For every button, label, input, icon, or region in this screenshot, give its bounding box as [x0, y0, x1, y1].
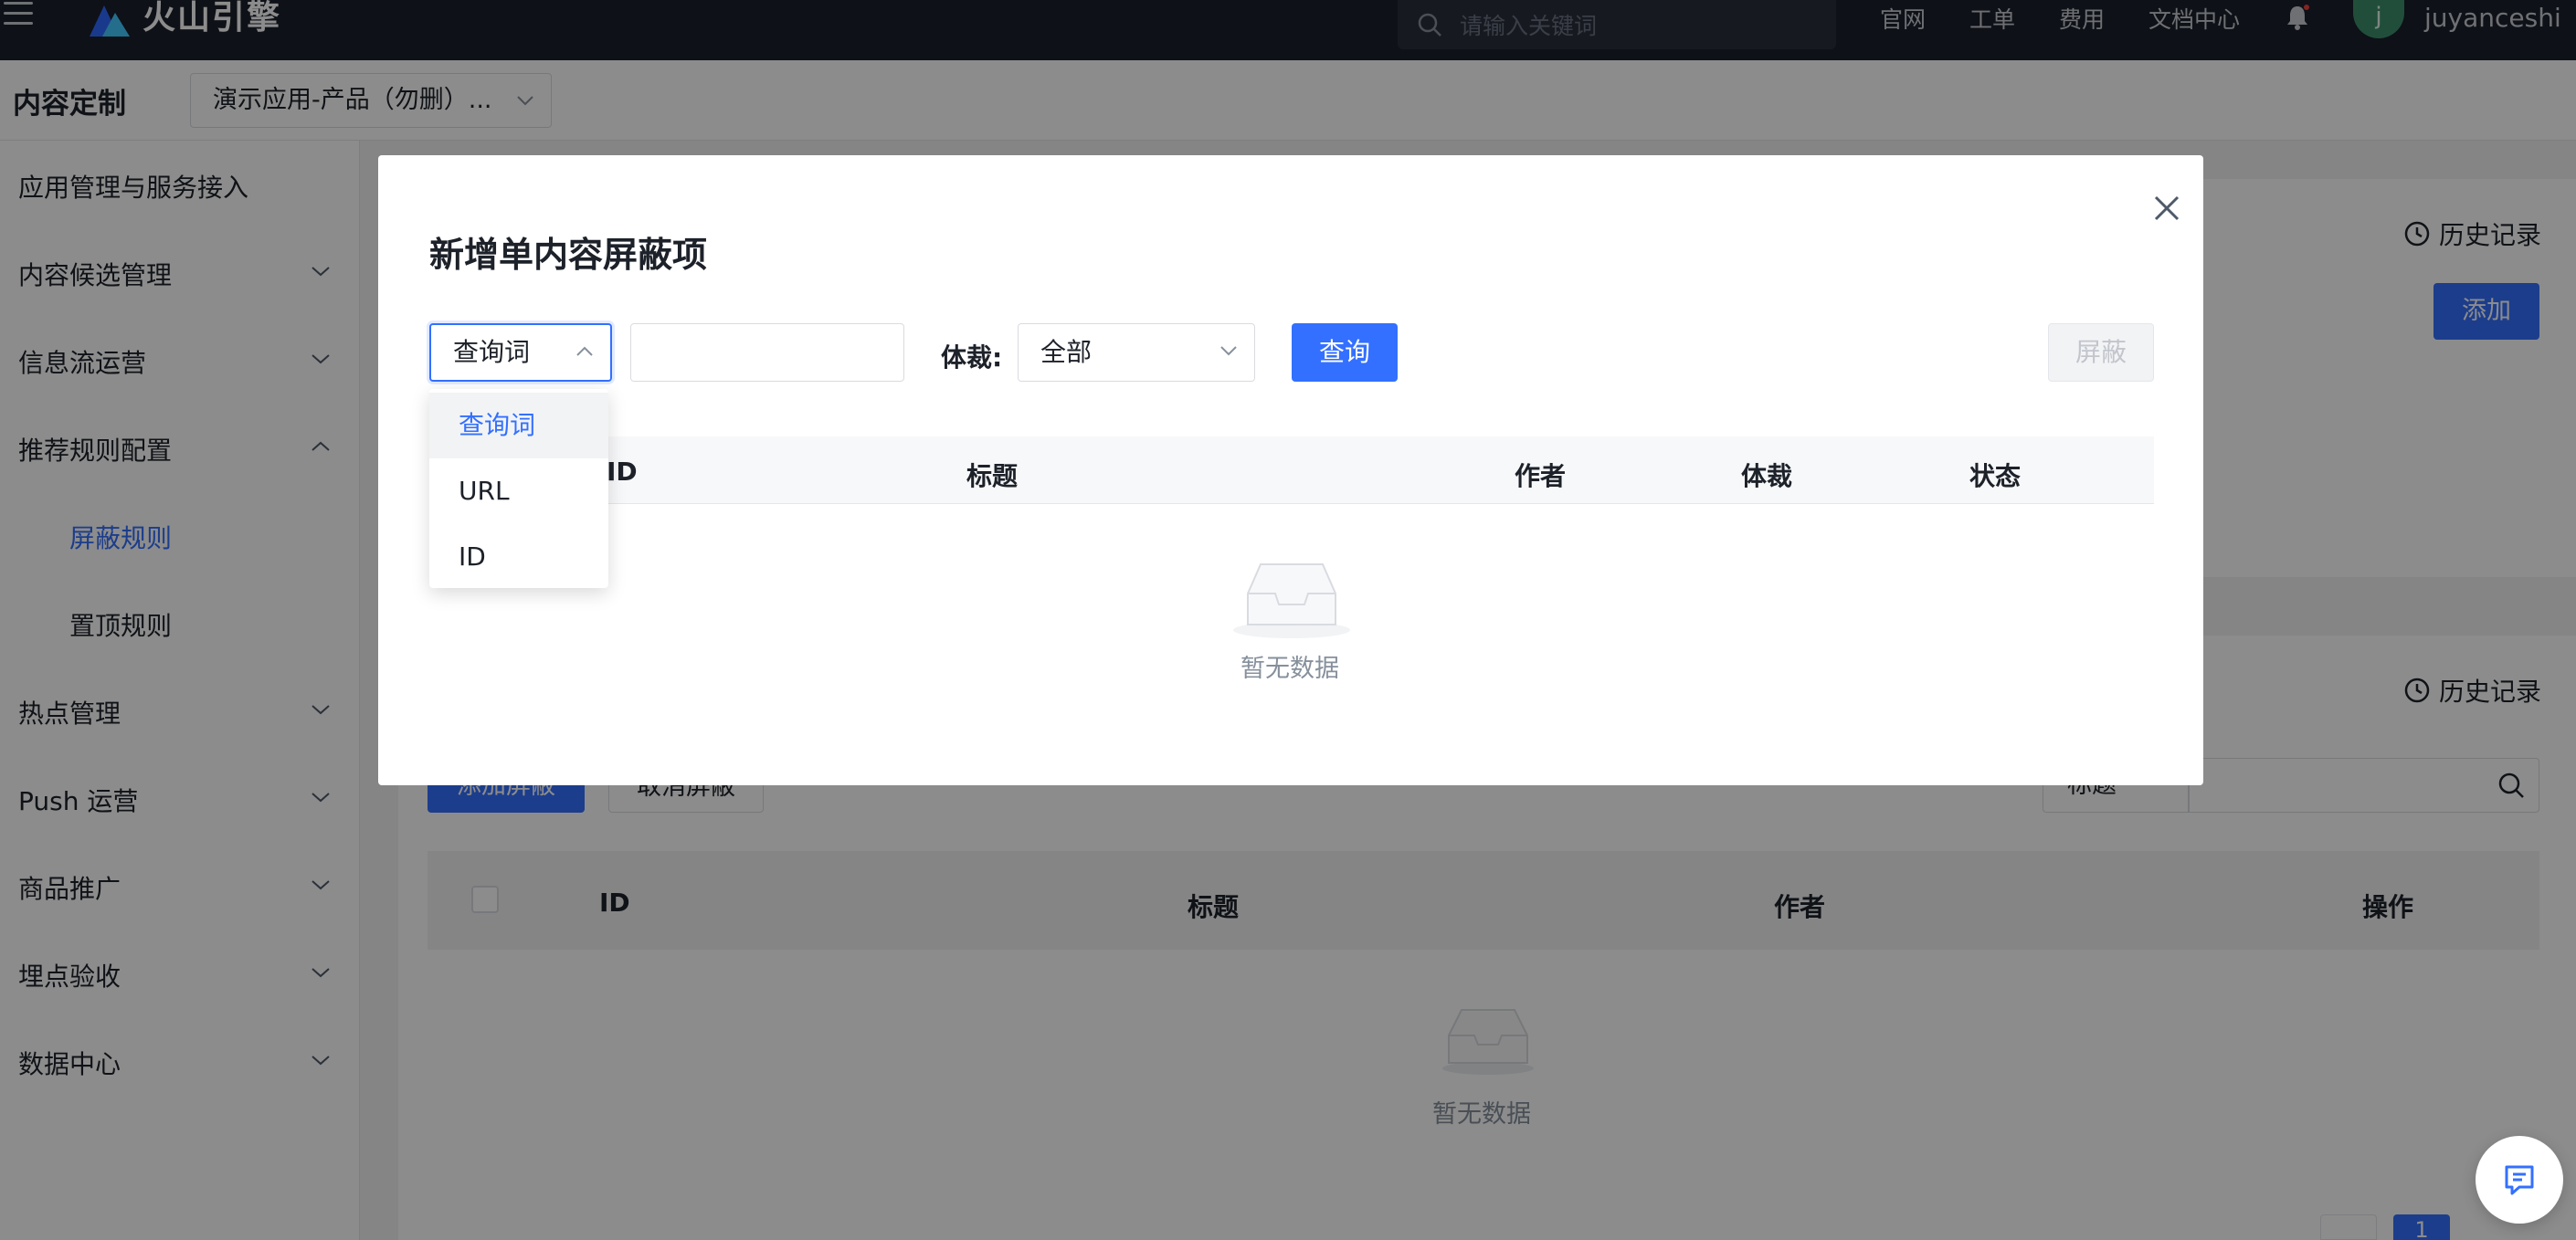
chat-feedback-icon [2505, 1165, 2534, 1195]
modal-title: 新增单内容屏蔽项 [429, 235, 708, 275]
option-query-word[interactable]: 查询词 [429, 393, 608, 458]
genre-label: 体裁: [941, 342, 1003, 373]
chevron-down-icon [1220, 346, 1237, 356]
column-header-status: 状态 [1969, 461, 2022, 491]
empty-text: 暂无数据 [1240, 655, 1339, 683]
column-header-author: 作者 [1515, 461, 1567, 491]
close-icon[interactable] [2147, 188, 2187, 228]
keyword-input[interactable] [630, 323, 904, 382]
feedback-button[interactable] [2476, 1136, 2563, 1224]
genre-select[interactable]: 全部 [1018, 323, 1255, 382]
column-header-genre: 体裁 [1741, 461, 1793, 491]
option-id[interactable]: ID [429, 524, 608, 590]
search-type-select[interactable]: 查询词 [429, 323, 612, 382]
search-type-value: 查询词 [453, 337, 531, 367]
query-button[interactable]: 查询 [1292, 323, 1398, 382]
option-url[interactable]: URL [429, 458, 608, 524]
add-block-item-modal: 新增单内容屏蔽项 查询词 体裁: 全部 查询 屏蔽 ID 标题 作者 体裁 状态… [378, 155, 2203, 785]
chevron-up-icon [576, 346, 593, 356]
block-button[interactable]: 屏蔽 [2048, 323, 2154, 382]
genre-value: 全部 [1040, 337, 1093, 367]
column-header-title: 标题 [966, 461, 1019, 491]
result-table-header [429, 436, 2154, 504]
column-header-id: ID [607, 457, 638, 487]
search-type-dropdown: 查询词 URL ID [429, 389, 608, 588]
empty-box-icon [1233, 563, 1350, 638]
